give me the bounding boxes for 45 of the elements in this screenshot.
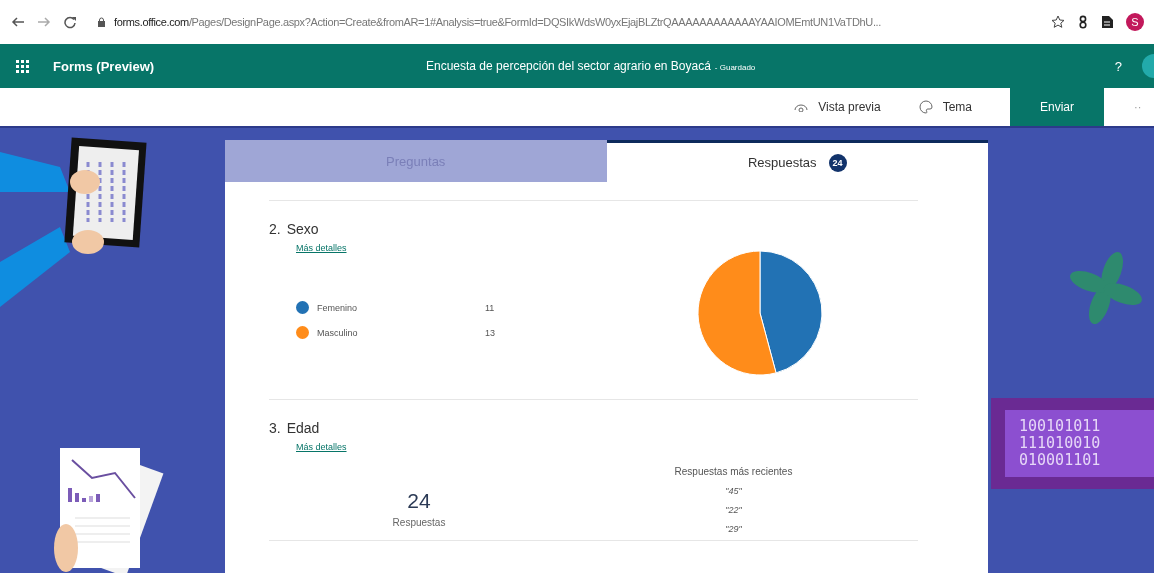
option-label: Masculino — [317, 327, 359, 338]
count-badge: 24 — [828, 153, 847, 172]
theme-button[interactable]: Tema — [942, 100, 972, 114]
extension-icon[interactable] — [1077, 15, 1089, 29]
binary-text: 111010010 — [1019, 435, 1102, 452]
save-status: - Guardado — [714, 63, 756, 72]
help-button[interactable]: ? — [1114, 58, 1122, 74]
question-title: Sexo — [286, 221, 319, 237]
form-title: Encuesta de percepción del sector agrario en Boyacá — [426, 59, 711, 73]
recent-response: "22" — [725, 505, 742, 515]
question-title: Edad — [286, 420, 320, 436]
bar — [75, 493, 79, 502]
address-bar[interactable]: forms.office.com/Pages/DesignPage.aspx?Action=Create&fromAR=1#Analysis=true&FormId=DQSIkWdsW0yxEjajBLZtrQAAAAAAAAAAAAYAAIOMEmtUN1VaTDhU... — [89, 7, 1039, 37]
recent-response: "29" — [725, 524, 742, 534]
document-icon[interactable] — [1101, 15, 1114, 29]
question-number: 3. — [269, 420, 281, 436]
recent-responses-heading: Respuestas más recientes — [674, 466, 793, 477]
app-name[interactable]: Forms (Preview) — [53, 58, 155, 74]
option-label: Femenino — [317, 302, 359, 313]
recent-response: "45" — [725, 486, 742, 496]
star-icon[interactable] — [1051, 15, 1065, 29]
bar — [82, 498, 86, 502]
url-text: forms.office.com/Pages/DesignPage.aspx?Action=Create&fromAR=1#Analysis=true&FormId=DQSIkWdsW0yxEjajBLZtrQAAAAAAAAAAAAYAAIOMEmtUN1VaTDhU... — [114, 16, 882, 28]
binary-text: 100101011 — [1019, 418, 1102, 435]
bar — [96, 494, 100, 502]
option-count: 13 — [485, 327, 495, 338]
back-arrow-icon[interactable] — [10, 16, 25, 28]
response-count-label: Respuestas — [392, 517, 446, 528]
preview-button[interactable]: Vista previa — [818, 100, 881, 114]
details-link[interactable]: Más detalles — [296, 442, 347, 452]
option-count: 11 — [485, 302, 495, 313]
eye-icon[interactable] — [794, 102, 809, 112]
response-count: 24 — [407, 489, 431, 513]
bar — [68, 488, 72, 502]
trend-line — [71, 459, 136, 499]
profile-avatar[interactable]: S — [1126, 13, 1144, 31]
question-number: 2. — [269, 221, 281, 237]
binary-text: 010001101 — [1019, 452, 1102, 469]
reload-icon[interactable] — [64, 15, 77, 29]
send-button[interactable]: Enviar — [1010, 88, 1104, 126]
palette-icon[interactable] — [918, 100, 933, 114]
bar — [89, 496, 93, 502]
details-link[interactable]: Más detalles — [296, 243, 347, 253]
lock-icon — [97, 17, 106, 27]
app-launcher-icon[interactable] — [16, 59, 29, 73]
